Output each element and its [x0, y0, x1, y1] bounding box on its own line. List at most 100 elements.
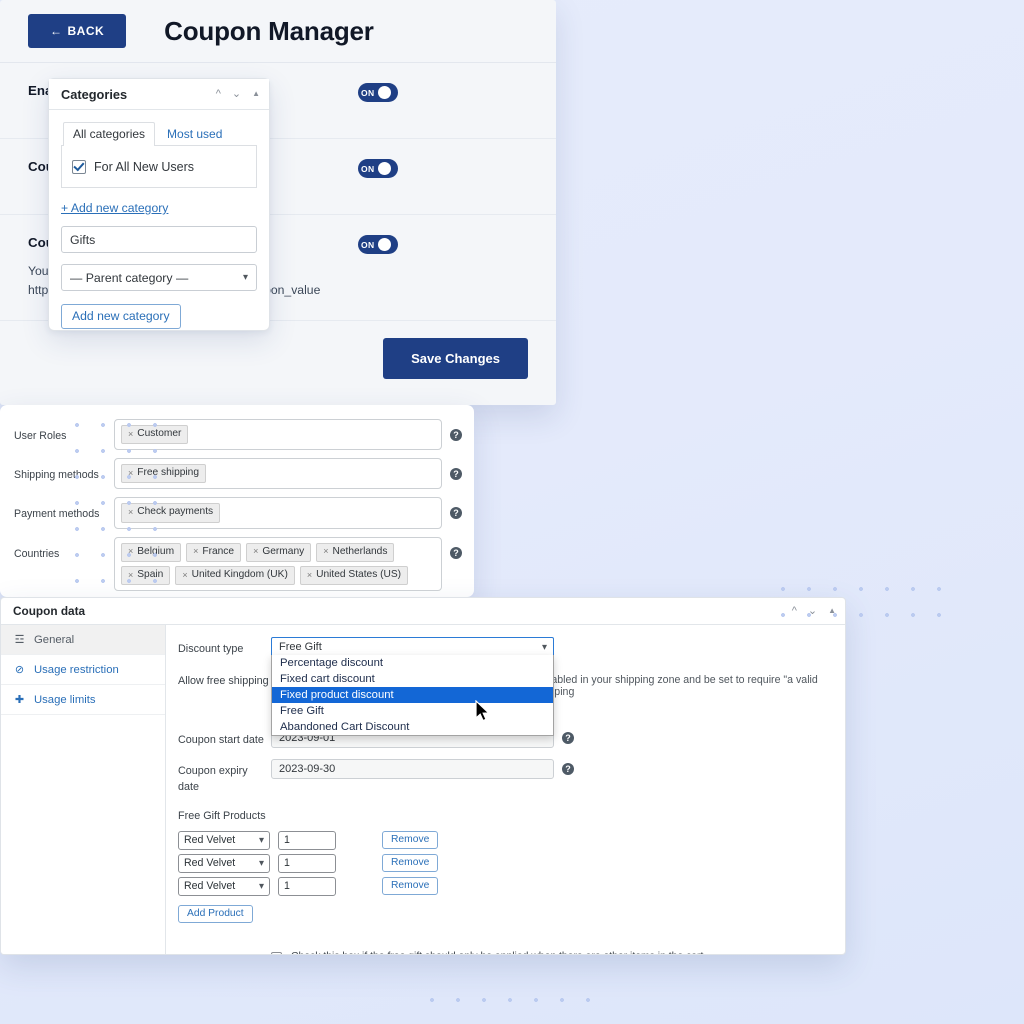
dropdown-option-abandoned-cart-discount[interactable]: Abandoned Cart Discount [272, 719, 553, 735]
field-row-user-roles: User Roles × Customer ? [0, 419, 474, 451]
toggle-knob [377, 238, 391, 251]
chip-remove-icon[interactable]: × [323, 546, 328, 557]
chip-remove-icon[interactable]: × [128, 468, 133, 479]
categories-panel: Categories ^ ⌄ ▲ All categories Most use… [48, 78, 270, 331]
coupon-data-main: Discount type Free Gift ▾ Allow free shi… [166, 625, 845, 954]
field-input-shipping-methods[interactable]: × Free shipping [114, 458, 442, 490]
field-row-coupon-expiry-date: Coupon expiry date 2023-09-30 ? [178, 759, 829, 795]
chip-label: Spain [137, 568, 164, 580]
field-input-payment-methods[interactable]: × Check payments [114, 497, 442, 529]
checkbox-for-all-new-users[interactable] [72, 159, 86, 174]
discount-type-value: Free Gift [279, 641, 322, 653]
categories-checkbox-list: For All New Users [61, 145, 257, 188]
chip-customer[interactable]: × Customer [121, 425, 189, 445]
dropdown-option-free-gift[interactable]: Free Gift [272, 703, 553, 719]
categories-panel-header: Categories ^ ⌄ ▲ [49, 79, 269, 110]
chip-free-shipping[interactable]: × Free shipping [121, 464, 206, 484]
chip-united-states[interactable]: × United States (US) [299, 565, 409, 586]
general-icon: ☲ [14, 634, 25, 646]
sidebar-item-label: General [34, 633, 75, 646]
coupon-data-sidebar: ☲ General ⊘ Usage restriction ✚ Usage li… [1, 625, 166, 954]
free-gift-qty-input[interactable]: 1 [278, 853, 336, 873]
discount-type-dropdown-list[interactable]: Percentage discount Fixed cart discount … [271, 655, 554, 736]
categories-tabs: All categories Most used [61, 121, 257, 146]
chip-belgium[interactable]: × Belgium [121, 542, 182, 562]
toggle-state-label: ON [361, 163, 375, 174]
tab-all-categories[interactable]: All categories [63, 122, 156, 146]
chip-label: Netherlands [332, 545, 388, 557]
toggle-coupon-url[interactable]: ON [358, 235, 398, 254]
toggle-knob [377, 86, 391, 99]
chip-remove-icon[interactable]: × [128, 570, 133, 581]
checkbox-require-items-in-cart[interactable] [271, 951, 282, 954]
page-title: Coupon Manager [164, 15, 374, 46]
add-new-category-link[interactable]: + Add new category [61, 201, 168, 215]
dropdown-option-fixed-product-discount[interactable]: Fixed product discount [272, 687, 553, 703]
tab-most-used[interactable]: Most used [157, 122, 232, 146]
chip-remove-icon[interactable]: × [128, 507, 133, 518]
add-new-category-button[interactable]: Add new category [61, 304, 181, 329]
chevron-down-icon: ▾ [258, 880, 264, 892]
chip-label: Free shipping [137, 467, 199, 479]
collapse-icon[interactable]: ▲ [828, 607, 836, 615]
discount-type-select[interactable]: Free Gift ▾ [271, 637, 554, 657]
chip-netherlands[interactable]: × Netherlands [316, 542, 395, 562]
help-icon[interactable]: ? [450, 546, 462, 559]
help-icon[interactable]: ? [562, 763, 574, 776]
parent-category-select[interactable]: — Parent category — ▾ [61, 264, 257, 291]
chip-check-payments[interactable]: × Check payments [121, 503, 221, 523]
sidebar-item-label: Usage restriction [34, 663, 119, 676]
chevron-down-icon[interactable]: ⌄ [232, 88, 241, 100]
free-gift-product-select[interactable]: Red Velvet ▾ [178, 853, 270, 873]
chip-label: Belgium [137, 545, 175, 557]
toggle-coupon-categories[interactable]: ON [358, 159, 398, 178]
chip-remove-icon[interactable]: × [182, 570, 187, 581]
free-gift-products-label: Free Gift Products [178, 809, 266, 822]
free-gift-product-select[interactable]: Red Velvet ▾ [178, 830, 270, 850]
chip-france[interactable]: × France [186, 542, 242, 562]
chevron-up-icon[interactable]: ^ [216, 88, 221, 100]
category-name-input[interactable]: Gifts [61, 226, 257, 253]
chip-remove-icon[interactable]: × [128, 546, 133, 557]
help-icon[interactable]: ? [450, 507, 462, 520]
collapse-icon[interactable]: ▲ [252, 90, 260, 98]
free-gift-product-select[interactable]: Red Velvet ▾ [178, 876, 270, 896]
save-changes-button[interactable]: Save Changes [383, 338, 528, 380]
chip-united-kingdom[interactable]: × United Kingdom (UK) [175, 565, 295, 586]
chip-remove-icon[interactable]: × [253, 546, 258, 557]
toggle-enable-module[interactable]: ON [358, 83, 398, 102]
coupon-expiry-date-input[interactable]: 2023-09-30 [271, 759, 554, 780]
field-input-user-roles[interactable]: × Customer [114, 419, 442, 451]
toggle-state-label: ON [361, 239, 375, 250]
chip-remove-icon[interactable]: × [128, 429, 133, 440]
chip-remove-icon[interactable]: × [307, 570, 312, 581]
back-button[interactable]: ← BACK [28, 14, 127, 48]
free-gift-product-row: Red Velvet ▾ 1 Remove [178, 830, 829, 850]
help-icon[interactable]: ? [450, 468, 462, 481]
free-gift-qty-input[interactable]: 1 [278, 876, 336, 896]
field-label-coupon-start-date: Coupon start date [178, 733, 264, 746]
field-input-countries[interactable]: × Belgium × France × Germany × Netherlands ×… [114, 536, 442, 592]
categories-panel-title: Categories [61, 86, 128, 102]
free-gift-qty-input[interactable]: 1 [278, 830, 336, 850]
chevron-down-icon[interactable]: ⌄ [808, 605, 817, 617]
chevron-up-icon[interactable]: ^ [792, 605, 797, 617]
chip-germany[interactable]: × Germany [246, 542, 312, 562]
help-icon[interactable]: ? [450, 429, 462, 441]
remove-product-button[interactable]: Remove [382, 877, 439, 896]
sidebar-item-usage-restriction[interactable]: ⊘ Usage restriction [1, 655, 165, 685]
add-product-button[interactable]: Add Product [178, 904, 253, 923]
chip-label: Check payments [137, 506, 214, 518]
allow-free-shipping-note: st be enabled in your shipping zone and … [514, 673, 818, 698]
sidebar-item-usage-limits[interactable]: ✚ Usage limits [1, 685, 165, 715]
chip-spain[interactable]: × Spain [121, 565, 171, 586]
sidebar-item-general[interactable]: ☲ General [1, 625, 165, 655]
free-gift-product-value: Red Velvet [184, 857, 236, 870]
remove-product-button[interactable]: Remove [382, 854, 439, 873]
remove-product-button[interactable]: Remove [382, 831, 439, 850]
chip-remove-icon[interactable]: × [193, 546, 198, 557]
field-label-shipping-methods: Shipping methods [14, 469, 99, 482]
dropdown-option-fixed-cart-discount[interactable]: Fixed cart discount [272, 671, 553, 687]
help-icon[interactable]: ? [562, 731, 574, 744]
dropdown-option-percentage-discount[interactable]: Percentage discount [272, 655, 553, 671]
